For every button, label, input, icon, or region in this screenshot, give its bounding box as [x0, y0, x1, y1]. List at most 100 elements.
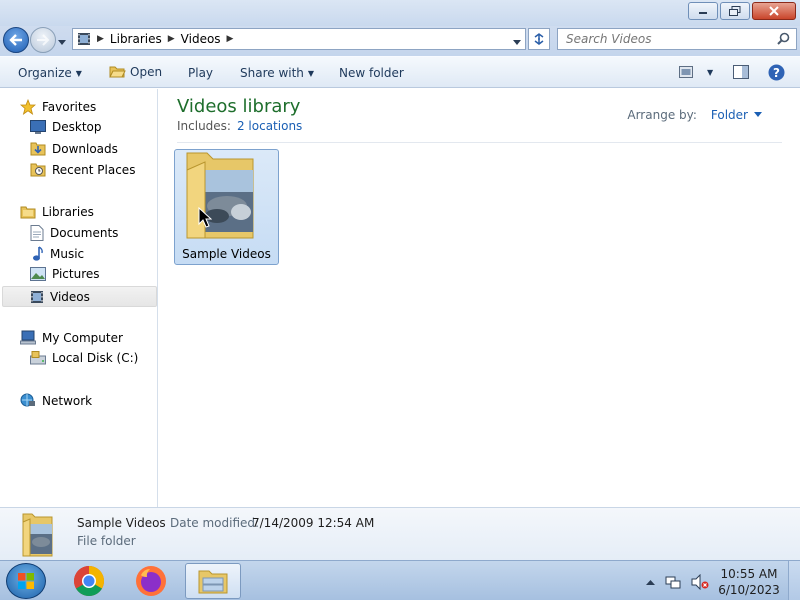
- recent-places-icon: [30, 163, 46, 177]
- chevron-down-icon: [754, 112, 762, 117]
- volume-muted-icon[interactable]: [691, 574, 709, 590]
- network-icon: [20, 393, 35, 407]
- open-button[interactable]: Open: [109, 64, 162, 79]
- network-status-icon[interactable]: [665, 574, 681, 590]
- nav-my-computer-label: My Computer: [42, 330, 123, 345]
- restore-button[interactable]: [720, 2, 750, 20]
- breadcrumb-separator[interactable]: ▶: [168, 34, 175, 44]
- show-hidden-icons-icon[interactable]: [646, 579, 655, 586]
- refresh-icon: [534, 33, 544, 45]
- close-icon: [769, 6, 779, 16]
- change-view-button[interactable]: ▼: [679, 66, 713, 78]
- breadcrumb-separator[interactable]: ▶: [227, 34, 234, 44]
- details-pane: Sample Videos Date modified: 7/14/2009 1…: [0, 507, 800, 560]
- downloads-folder-icon: [30, 142, 46, 156]
- taskbar-explorer[interactable]: [185, 563, 241, 599]
- nav-videos[interactable]: Videos: [2, 286, 157, 307]
- nav-pictures[interactable]: Pictures: [30, 267, 100, 281]
- nav-documents[interactable]: Documents: [30, 225, 118, 241]
- arrange-by-value: Folder: [710, 108, 748, 122]
- includes-label: Includes:: [177, 119, 231, 133]
- nav-downloads[interactable]: Downloads: [30, 141, 118, 156]
- breadcrumb-separator[interactable]: ▶: [97, 34, 104, 44]
- organize-label: Organize: [18, 66, 72, 80]
- breadcrumb-videos[interactable]: Videos: [181, 32, 221, 46]
- help-icon: ?: [768, 64, 785, 81]
- window-controls: [688, 2, 796, 20]
- back-button[interactable]: [3, 27, 29, 53]
- chevron-down-icon: [513, 40, 521, 45]
- locations-link[interactable]: 2 locations: [237, 119, 302, 133]
- header-divider: [177, 142, 782, 143]
- nav-documents-label: Documents: [50, 226, 119, 240]
- library-includes: Includes: 2 locations: [177, 119, 302, 133]
- folder-item-sample-videos[interactable]: Sample Videos: [174, 149, 279, 265]
- file-explorer-icon: [198, 570, 228, 594]
- nav-local-disk[interactable]: Local Disk (C:): [30, 351, 138, 365]
- libraries-icon: [20, 206, 36, 219]
- arrange-by-label: Arrange by:: [627, 108, 697, 122]
- details-modified-label: Date modified:: [170, 516, 260, 530]
- hard-drive-icon: [30, 351, 46, 365]
- chrome-icon: [73, 566, 105, 597]
- details-modified-value: 7/14/2009 12:54 AM: [252, 516, 375, 530]
- close-button[interactable]: [752, 2, 796, 20]
- search-input[interactable]: [557, 28, 797, 50]
- nav-network[interactable]: Network: [20, 393, 92, 408]
- arrange-by-dropdown[interactable]: Folder: [711, 108, 762, 122]
- taskbar-firefox[interactable]: [123, 563, 179, 599]
- recent-pages-dropdown[interactable]: [58, 35, 66, 49]
- taskbar-clock[interactable]: 10:55 AM 6/10/2023: [718, 566, 780, 598]
- minimize-button[interactable]: [688, 2, 718, 20]
- chevron-down-icon: ▼: [75, 68, 82, 78]
- address-row: ▶ Libraries ▶ Videos ▶: [0, 26, 800, 56]
- address-history-dropdown[interactable]: [513, 35, 521, 49]
- nav-downloads-label: Downloads: [52, 141, 118, 156]
- pictures-icon: [30, 267, 46, 281]
- refresh-button[interactable]: [528, 28, 550, 50]
- breadcrumb-libraries[interactable]: Libraries: [110, 32, 162, 46]
- new-folder-label: New folder: [339, 66, 404, 80]
- address-bar[interactable]: ▶ Libraries ▶ Videos ▶: [72, 28, 526, 50]
- forward-button[interactable]: [30, 27, 56, 53]
- start-button[interactable]: [6, 563, 46, 599]
- back-arrow-icon: [9, 34, 22, 46]
- nav-pictures-label: Pictures: [52, 267, 100, 281]
- nav-recent-places[interactable]: Recent Places: [30, 162, 135, 177]
- computer-icon: [20, 330, 36, 345]
- nav-libraries[interactable]: Libraries: [20, 204, 94, 219]
- play-label: Play: [188, 66, 214, 80]
- search-icon[interactable]: [777, 32, 790, 48]
- nav-desktop[interactable]: Desktop: [30, 120, 102, 134]
- new-folder-button[interactable]: New folder: [339, 66, 404, 80]
- chevron-down-icon: [58, 40, 66, 45]
- title-bar: [0, 0, 800, 26]
- video-film-icon: [31, 290, 43, 303]
- nav-favorites-label: Favorites: [42, 100, 97, 114]
- taskbar-chrome[interactable]: [61, 563, 117, 599]
- navigation-pane: Favorites Desktop Downloads Recent Place…: [0, 89, 158, 507]
- folder-name: Sample Videos: [182, 247, 271, 261]
- share-with-button[interactable]: Share with ▼: [240, 66, 314, 80]
- nav-my-computer[interactable]: My Computer: [20, 330, 123, 345]
- file-list-area[interactable]: Videos library Includes: 2 locations Arra…: [159, 89, 800, 507]
- videos-library-icon: [78, 33, 90, 45]
- help-button[interactable]: ?: [768, 64, 785, 81]
- show-desktop-button[interactable]: [788, 561, 800, 600]
- nav-music-label: Music: [50, 247, 85, 261]
- restore-icon: [729, 6, 741, 16]
- nav-local-disk-label: Local Disk (C:): [52, 351, 139, 365]
- video-folder-icon: [186, 152, 254, 239]
- chevron-down-icon: ▼: [307, 68, 315, 78]
- mouse-cursor-icon: [198, 207, 212, 228]
- nav-favorites[interactable]: Favorites: [20, 99, 96, 115]
- organize-button[interactable]: Organize ▼: [18, 66, 82, 80]
- share-with-label: Share with: [240, 66, 304, 80]
- preview-pane-button[interactable]: [733, 65, 749, 79]
- chevron-down-icon: ▼: [707, 67, 714, 77]
- open-label: Open: [130, 64, 163, 79]
- nav-music[interactable]: Music: [30, 246, 84, 262]
- play-button[interactable]: Play: [188, 66, 213, 80]
- video-folder-thumbnail-icon: [22, 513, 53, 557]
- nav-desktop-label: Desktop: [52, 120, 102, 134]
